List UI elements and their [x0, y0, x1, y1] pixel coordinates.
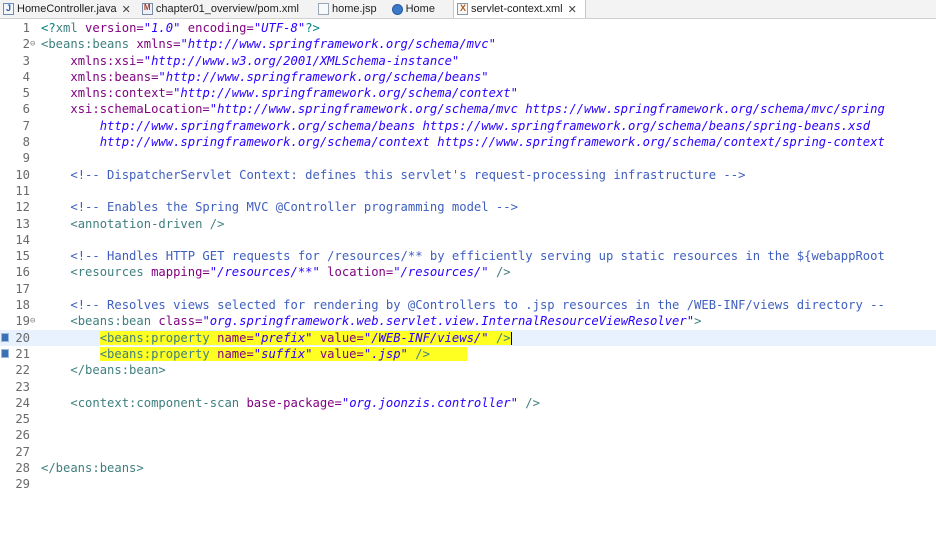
line-number: 1	[22, 21, 30, 35]
code-line-7: 7 http://www.springframework.org/schema/…	[0, 118, 936, 134]
line-number: 3	[22, 53, 30, 68]
tab-pom-xml[interactable]: chapter01_overview/pom.xml	[139, 0, 307, 18]
tab-label: home.jsp	[331, 3, 377, 15]
line-number: 28	[15, 461, 30, 476]
tab-home-browser[interactable]: Home	[389, 0, 443, 18]
code-line-15: 15 <!-- Handles HTTP GET requests for /r…	[0, 248, 936, 264]
fold-collapse-icon[interactable]: ⊖	[30, 313, 39, 329]
code-line-13: 13 <annotation-driven />	[0, 216, 936, 232]
line-number: 8	[22, 135, 30, 150]
code-line-27: 27	[0, 444, 936, 460]
line-number: 20	[15, 330, 30, 345]
code-line-24: 24 <context:component-scan base-package=…	[0, 395, 936, 411]
maven-pom-icon	[141, 3, 153, 15]
xml-file-icon	[456, 3, 468, 15]
code-line-23: 23	[0, 379, 936, 395]
line-number: 12	[15, 200, 30, 215]
line-number: 27	[15, 444, 30, 459]
editor-tab-bar: HomeController.java ✕ chapter01_overview/…	[0, 0, 936, 19]
close-icon[interactable]: ✕	[122, 3, 131, 16]
code-line-26: 26	[0, 427, 936, 443]
line-number: 22	[15, 363, 30, 378]
code-line-10: 10 <!-- DispatcherServlet Context: defin…	[0, 167, 936, 183]
code-line-17: 17	[0, 281, 936, 297]
text-caret	[510, 331, 512, 345]
line-number: 13	[15, 216, 30, 231]
java-file-icon	[3, 3, 14, 15]
tab-label: Home	[405, 3, 435, 15]
line-number: 16	[15, 265, 30, 280]
tab-homecontroller-java[interactable]: HomeController.java ✕	[0, 0, 139, 18]
line-number: 18	[15, 298, 30, 313]
code-line-4: 4 xmlns:beans="http://www.springframewor…	[0, 69, 936, 85]
code-line-20: 20 <beans:property name="prefix" value="…	[0, 329, 936, 346]
tab-home-jsp[interactable]: home.jsp	[315, 0, 385, 18]
line-number: 19	[15, 314, 30, 329]
code-line-2: 2 ⊖ <beans:beans xmlns="http://www.springf…	[0, 36, 936, 52]
line-number: 24	[15, 395, 30, 410]
code-line-21: 21 <beans:property name="suffix" value="…	[0, 346, 936, 362]
line-number: 26	[15, 428, 30, 443]
line-number: 7	[22, 118, 30, 133]
code-line-16: 16 <resources mapping="/resources/**" lo…	[0, 264, 936, 280]
tab-label: HomeController.java	[17, 3, 117, 15]
close-icon[interactable]: ✕	[568, 3, 577, 16]
code-line-3: 3 xmlns:xsi="http://www.w3.org/2001/XMLS…	[0, 53, 936, 69]
code-line-5: 5 xmlns:context="http://www.springframew…	[0, 85, 936, 101]
line-number: 21	[15, 346, 30, 361]
line-number: 29	[15, 477, 30, 492]
line-number: 15	[15, 249, 30, 264]
jsp-file-icon	[317, 3, 329, 15]
line-number: 11	[15, 183, 30, 198]
code-line-29: 29	[0, 476, 936, 492]
line-number: 5	[22, 86, 30, 101]
line-number: 6	[22, 102, 30, 117]
globe-icon	[391, 3, 403, 15]
code-line-25: 25	[0, 411, 936, 427]
code-line-1: 1 <?xml version="1.0" encoding="UTF-8"?>	[0, 20, 936, 36]
line-number: 10	[15, 167, 30, 182]
code-line-18: 18 <!-- Resolves views selected for rend…	[0, 297, 936, 313]
fold-collapse-icon[interactable]: ⊖	[30, 36, 39, 52]
line-number: 25	[15, 412, 30, 427]
code-line-6: 6 xsi:schemaLocation="http://www.springf…	[0, 101, 936, 117]
code-line-22: 22 </beans:bean>	[0, 362, 936, 378]
line-number: 2	[22, 37, 30, 52]
code-line-14: 14	[0, 232, 936, 248]
tab-servlet-context-xml[interactable]: servlet-context.xml ✕	[452, 0, 586, 18]
line-number: 23	[15, 379, 30, 394]
code-line-11: 11	[0, 183, 936, 199]
code-line-19: 19 ⊖ <beans:bean class="org.springframewo…	[0, 313, 936, 329]
code-line-12: 12 <!-- Enables the Spring MVC @Controll…	[0, 199, 936, 215]
line-number: 4	[22, 69, 30, 84]
line-number: 9	[22, 151, 30, 166]
line-number: 17	[15, 281, 30, 296]
tab-label: chapter01_overview/pom.xml	[155, 3, 299, 15]
line-number: 14	[15, 232, 30, 247]
tab-label: servlet-context.xml	[470, 3, 563, 15]
code-line-28: 28 </beans:beans>	[0, 460, 936, 476]
code-line-9: 9	[0, 150, 936, 166]
code-line-8: 8 http://www.springframework.org/schema/…	[0, 134, 936, 150]
xml-editor[interactable]: 1 <?xml version="1.0" encoding="UTF-8"?> …	[0, 20, 936, 493]
